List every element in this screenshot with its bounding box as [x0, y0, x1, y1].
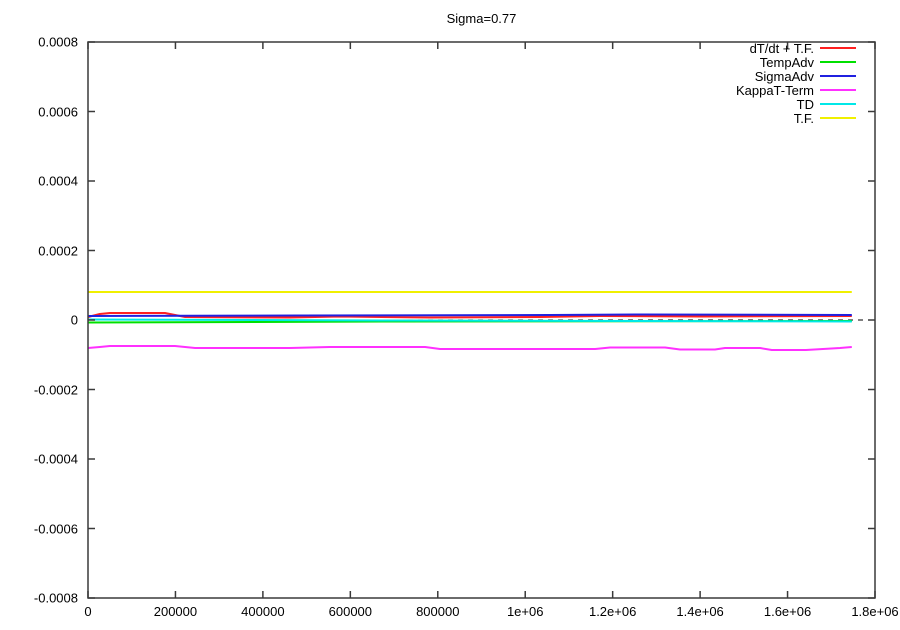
legend-entry: T.F.: [736, 111, 856, 125]
legend-label: TD: [797, 97, 814, 112]
legend-line-sample: [820, 89, 856, 91]
y-tick-label: 0: [0, 313, 78, 328]
legend-entry: dT/dt + T.F.: [736, 41, 856, 55]
legend: dT/dt + T.F.TempAdvSigmaAdvKappaT-TermTD…: [736, 41, 856, 125]
legend-line-sample: [820, 117, 856, 119]
legend-line-sample: [820, 61, 856, 63]
legend-label: T.F.: [794, 111, 814, 126]
legend-label: dT/dt + T.F.: [750, 41, 814, 56]
y-tick-label: -0.0004: [0, 452, 78, 467]
legend-label: TempAdv: [760, 55, 814, 70]
legend-entry: SigmaAdv: [736, 69, 856, 83]
y-tick-label: 0.0002: [0, 243, 78, 258]
legend-entry: KappaT-Term: [736, 83, 856, 97]
legend-label: SigmaAdv: [755, 69, 814, 84]
x-tick-label: 1.8e+06: [815, 604, 900, 619]
y-tick-label: 0.0008: [0, 35, 78, 50]
legend-entry: TD: [736, 97, 856, 111]
y-tick-label: -0.0006: [0, 521, 78, 536]
legend-line-sample: [820, 47, 856, 49]
y-tick-label: 0.0006: [0, 104, 78, 119]
legend-line-sample: [820, 75, 856, 77]
legend-label: KappaT-Term: [736, 83, 814, 98]
y-tick-label: -0.0002: [0, 382, 78, 397]
chart-figure: Sigma=0.77 0.00080.00060.00040.00020-0.0…: [0, 0, 900, 630]
legend-line-sample: [820, 103, 856, 105]
legend-entry: TempAdv: [736, 55, 856, 69]
y-tick-label: 0.0004: [0, 174, 78, 189]
series-line-kappat-term: [88, 346, 852, 350]
